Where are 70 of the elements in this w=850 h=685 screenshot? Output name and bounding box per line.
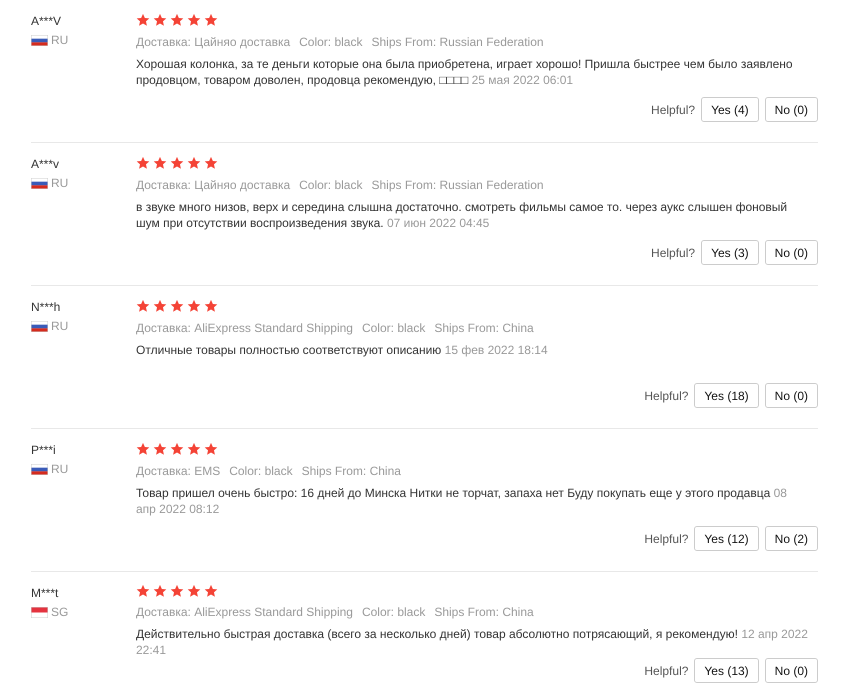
- user-name: P***i: [31, 442, 57, 459]
- helpful-label: Helpful?: [651, 102, 696, 118]
- star-icon: [187, 156, 201, 170]
- star-icon: [136, 13, 150, 27]
- meta-text: Доставка: EMS: [136, 463, 220, 480]
- user-name: A***v: [31, 156, 60, 173]
- country-code: SG: [51, 604, 68, 621]
- user-name: A***V: [31, 13, 62, 30]
- star-icon: [187, 442, 201, 456]
- country-code: RU: [51, 318, 68, 335]
- meta-text: Color: black: [362, 320, 426, 337]
- star-icon: [204, 13, 218, 27]
- star-icon: [204, 584, 218, 598]
- country-code: RU: [51, 461, 68, 478]
- star-icon: [204, 442, 218, 456]
- meta-text: Ships From: Russian Federation: [371, 34, 544, 51]
- meta-text: Ships From: China: [434, 604, 534, 621]
- no-button[interactable]: No (0): [764, 240, 818, 265]
- user-name: N***h: [31, 299, 62, 316]
- review-text: Отличные товары полностью соответствуют описанию 15 фев 2022 18:14: [136, 342, 549, 358]
- no-button[interactable]: No (2): [764, 526, 818, 551]
- star-icon: [136, 156, 150, 170]
- meta-text: Ships From: China: [302, 463, 401, 480]
- star-icon: [170, 156, 184, 170]
- star-icon: [170, 584, 184, 598]
- review-text: Действительно быстрая доставка (всего за несколько дней) товар абсолютно потрясающий, я рекомендую! 12 апр 2022 22:41: [136, 626, 809, 658]
- meta-text: Ships From: China: [434, 320, 534, 337]
- helpful-label: Helpful?: [644, 388, 688, 404]
- star-icon: [136, 584, 150, 598]
- star-icon: [153, 156, 167, 170]
- meta-text: Ships From: Russian Federation: [371, 177, 544, 194]
- meta-text: Color: black: [362, 604, 426, 621]
- meta-text: Color: black: [299, 34, 362, 51]
- review-text: в звуке много низов, верх и середина слышна достаточно. смотреть фильмы самое то. через аукс слышен фоновый шум при отсутствии воспроизведения звука. 07 июн 2022 04:45: [136, 199, 788, 231]
- helpful-label: Helpful?: [651, 244, 696, 262]
- country-code: RU: [51, 32, 68, 49]
- no-button[interactable]: No (0): [764, 658, 818, 683]
- review-text: Хорошая колонка, за те деньги которые она была приобретена, играет хорошо! Пришла быстрее чем было заявлено продовцом, товаром доволен, продовца рекомендую, □□□□ 25 мая 2022 06:01: [136, 56, 794, 88]
- yes-button[interactable]: Yes (12): [694, 526, 759, 551]
- star-icon: [187, 299, 201, 313]
- star-icon: [170, 13, 184, 27]
- meta-text: Доставка: AliExpress Standard Shipping: [136, 320, 353, 337]
- user-name: M***t: [31, 585, 60, 602]
- star-icon: [153, 584, 167, 598]
- meta-text: Color: black: [299, 177, 362, 194]
- star-icon: [187, 584, 201, 598]
- meta-text: Доставка: AliExpress Standard Shipping: [136, 604, 353, 621]
- helpful-label: Helpful?: [644, 530, 688, 548]
- star-icon: [187, 13, 201, 27]
- review-text: Товар пришел очень быстро: 16 дней до Минска Нитки не торчат, запаха нет Буду покупать еще у этого продавца 08 апр 2022 08:12: [136, 485, 788, 517]
- meta-text: Color: black: [229, 463, 293, 480]
- meta-text: Доставка: Цайняо доставка: [136, 34, 290, 51]
- yes-button[interactable]: Yes (4): [701, 97, 759, 122]
- yes-button[interactable]: Yes (3): [701, 240, 759, 265]
- star-icon: [170, 299, 184, 313]
- star-icon: [204, 299, 218, 313]
- yes-button[interactable]: Yes (18): [694, 383, 759, 408]
- star-icon: [136, 299, 150, 313]
- yes-button[interactable]: Yes (13): [694, 658, 759, 683]
- no-button[interactable]: No (0): [764, 383, 818, 408]
- star-icon: [170, 442, 184, 456]
- no-button[interactable]: No (0): [764, 97, 818, 122]
- star-icon: [153, 13, 167, 27]
- star-icon: [153, 442, 167, 456]
- country-code: RU: [51, 175, 68, 192]
- star-icon: [204, 156, 218, 170]
- star-icon: [136, 442, 150, 456]
- helpful-label: Helpful?: [644, 662, 688, 680]
- meta-text: Доставка: Цайняо доставка: [136, 177, 290, 194]
- star-icon: [153, 299, 167, 313]
